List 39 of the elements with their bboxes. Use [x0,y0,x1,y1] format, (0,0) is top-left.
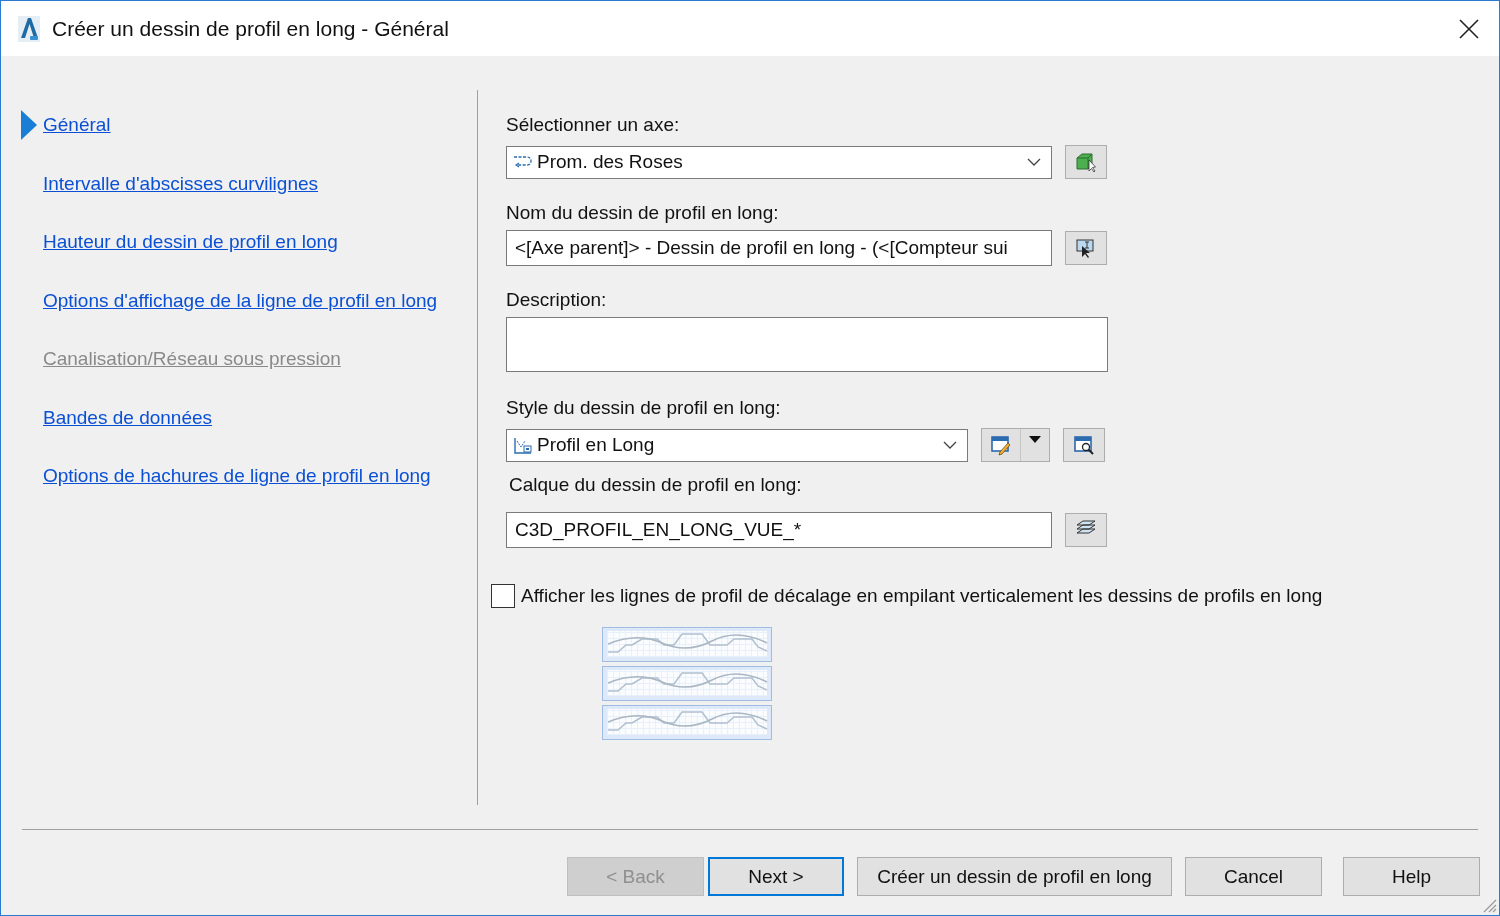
checkbox[interactable] [491,584,515,608]
description-field[interactable] [506,317,1108,372]
nav-link[interactable]: Options de hachures de ligne de profil en long [43,465,431,488]
dialog-button[interactable]: Next > [708,857,844,896]
nav-link[interactable]: Options d'affichage de la ligne de profil en long [43,289,438,312]
field-label: Style du dessin de profil en long: [506,397,781,419]
field-label: Nom du dessin de profil en long: [506,202,779,224]
caret-down-icon [1029,436,1041,444]
nav-link[interactable]: Hauteur du dessin de profil en long [43,231,338,254]
name-field[interactable]: <[Axe parent]> - Dessin de profil en long - (<[Compteur sui [506,230,1052,266]
chevron-down-icon [1027,158,1041,166]
field-label: Sélectionner un axe: [506,114,680,136]
field-label: Calque du dessin de profil en long: [509,474,802,496]
close-icon[interactable] [1459,18,1479,39]
dialog-button[interactable]: Cancel [1185,857,1322,896]
nav-link[interactable]: Bandes de données [43,406,213,429]
edit-icon [990,434,1012,456]
layers-button[interactable] [1065,513,1107,547]
profile-view-icon [513,435,533,455]
dialog-button[interactable]: Help [1343,857,1480,896]
edit-name-button[interactable] [1065,231,1107,265]
nav-link[interactable]: Général [43,114,111,137]
alignment-dropdown[interactable]: Prom. des Roses [506,145,1052,179]
style-dropdown[interactable]: Profil en Long [506,428,968,462]
search-icon [1073,434,1095,456]
cube-cursor-icon [1074,151,1098,173]
nav-link[interactable]: Intervalle d'abscisses curvilignes [43,172,319,195]
window-title: Créer un dessin de profil en long - Général [52,16,449,41]
layer-field[interactable]: C3D_PROFIL_EN_LONG_VUE_* [506,512,1052,548]
app-logo-icon [18,15,40,42]
preview-style-button[interactable] [1063,428,1105,462]
alignment-icon [513,154,533,170]
chevron-down-icon [943,441,957,449]
pick-from-drawing-button[interactable] [1065,145,1107,179]
field-label: Description: [506,289,607,311]
dialog-button[interactable]: Créer un dessin de profil en long [857,857,1172,896]
resize-grip-icon[interactable] [1481,897,1497,913]
checkbox-label: Afficher les lignes de profil de décalage en empilant verticalement les dessins de profils en long [521,585,1323,607]
text-cursor-icon [1075,237,1097,259]
